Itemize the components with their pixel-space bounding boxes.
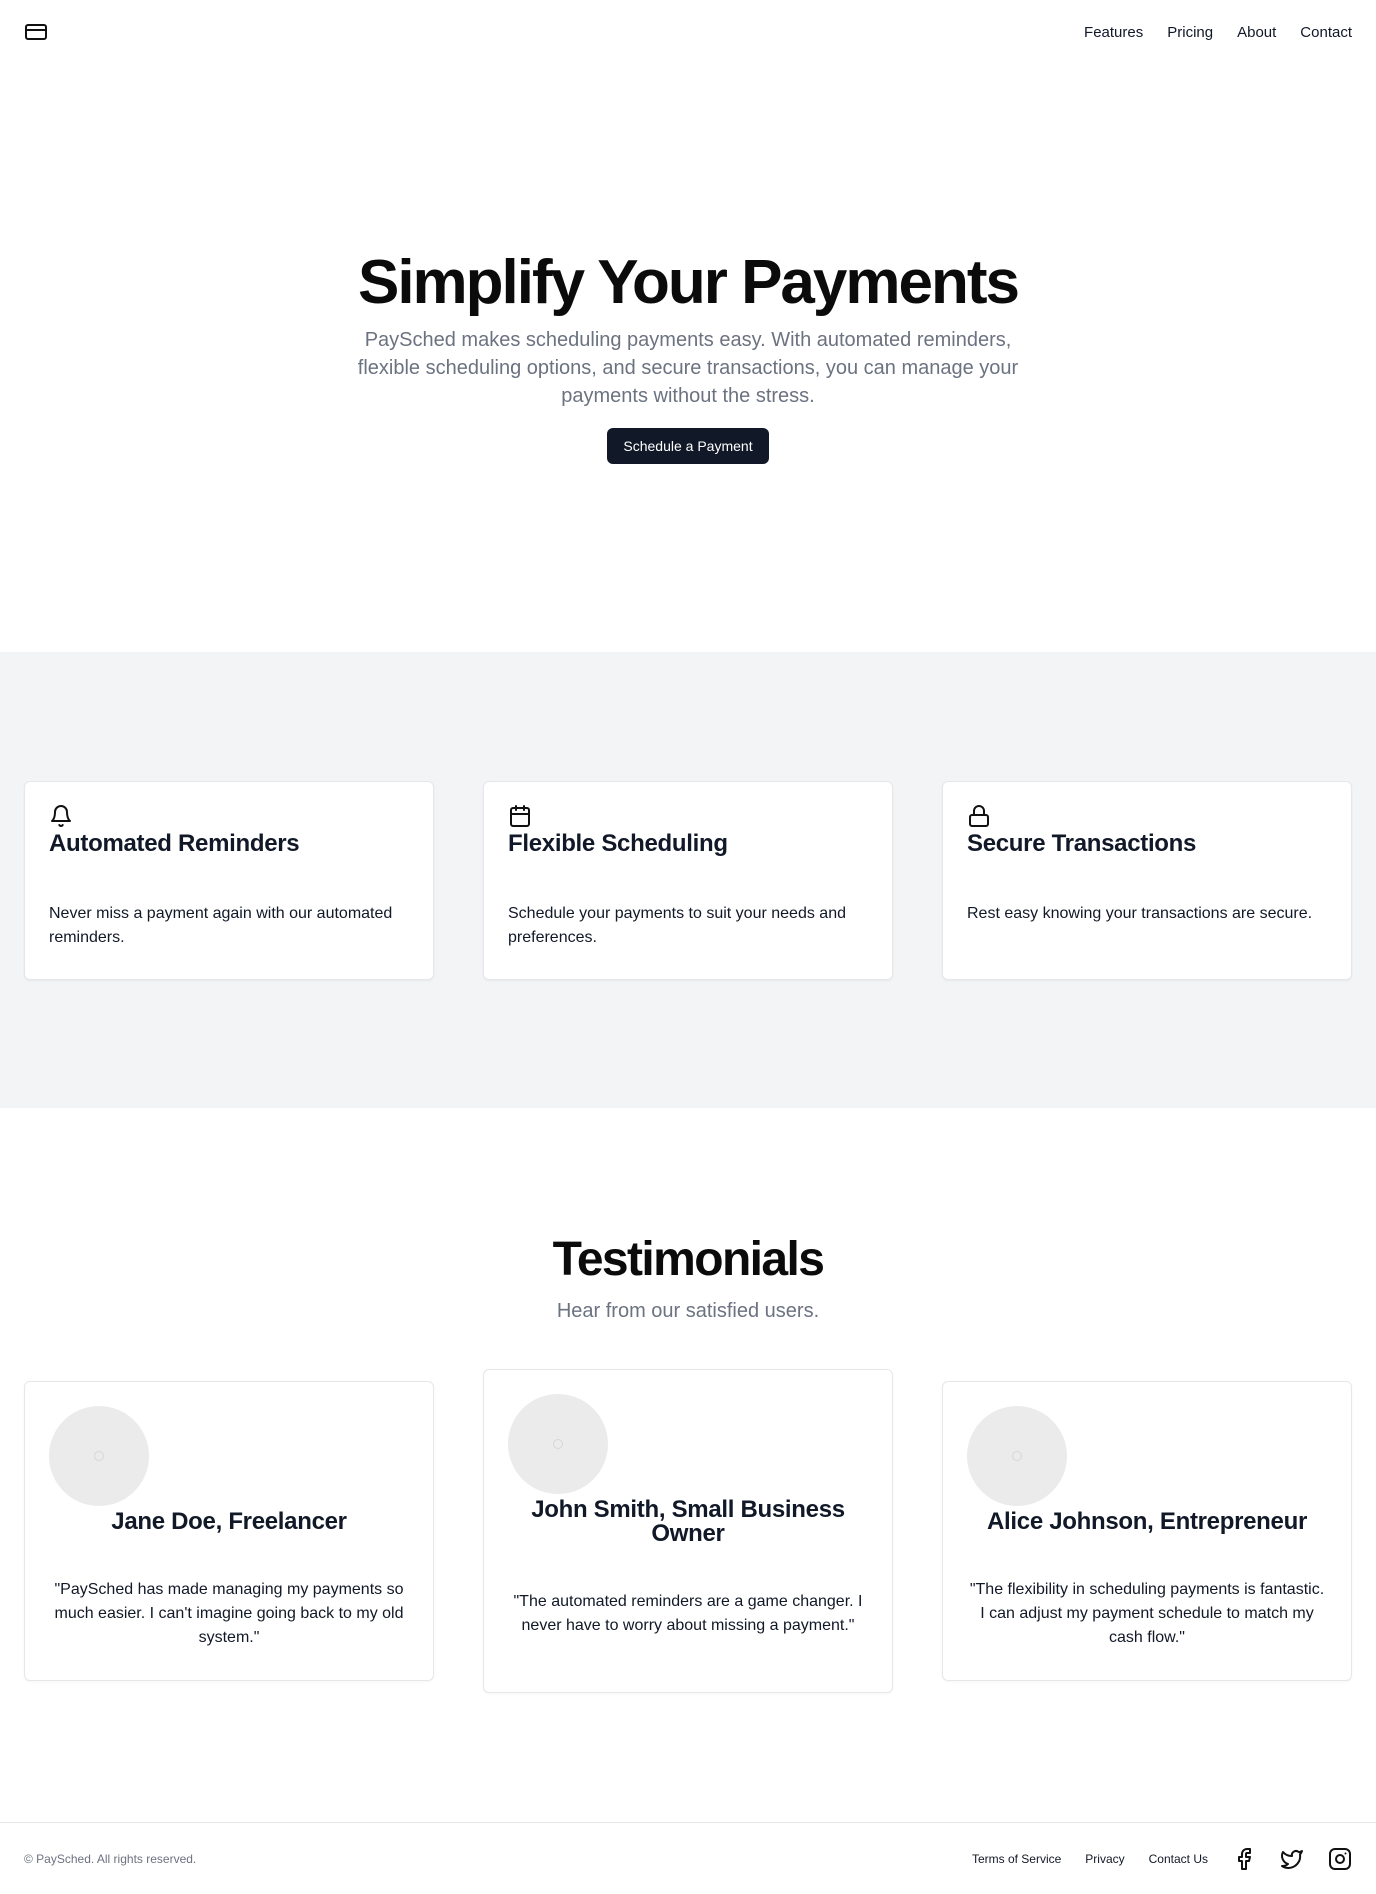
testimonials-title: Testimonials	[552, 1233, 825, 1286]
avatar	[967, 1406, 1067, 1506]
feature-title: Secure Transactions	[967, 830, 1197, 857]
instagram-icon[interactable]	[1328, 1847, 1352, 1871]
testimonial-card: John Smith, Small Business Owner "The au…	[483, 1369, 893, 1693]
site-header: Features Pricing About Contact	[0, 0, 1376, 64]
testimonials-subtitle: Hear from our satisfied users.	[556, 1300, 820, 1322]
hero-title: Simplify Your Payments	[357, 248, 1020, 317]
site-footer: © PaySched. All rights reserved. Terms o…	[0, 1822, 1376, 1894]
nav-link-contact[interactable]: Contact	[1300, 24, 1352, 41]
feature-text: Schedule your payments to suit your need…	[508, 905, 846, 946]
facebook-icon[interactable]	[1232, 1847, 1256, 1871]
footer-link-terms[interactable]: Terms of Service	[972, 1852, 1061, 1866]
footer-links: Terms of Service Privacy Contact Us	[972, 1847, 1352, 1871]
avatar-placeholder-icon	[94, 1451, 104, 1461]
credit-card-icon[interactable]	[24, 20, 48, 44]
testimonial-quote: "PaySched has made managing my payments …	[54, 1581, 404, 1646]
hero-section: Simplify Your Payments PaySched makes sc…	[0, 64, 1376, 652]
feature-text: Rest easy knowing your transactions are …	[967, 905, 1313, 922]
feature-card-secure: Secure Transactions Rest easy knowing yo…	[942, 781, 1352, 980]
avatar-placeholder-icon	[1012, 1451, 1022, 1461]
testimonials-section: Testimonials Hear from our satisfied use…	[0, 1108, 1376, 1822]
copyright-text: © PaySched. All rights reserved.	[24, 1851, 197, 1866]
twitter-icon[interactable]	[1280, 1847, 1304, 1871]
footer-link-privacy[interactable]: Privacy	[1085, 1852, 1124, 1866]
nav-link-about[interactable]: About	[1237, 24, 1276, 41]
social-links	[1232, 1847, 1352, 1871]
lock-icon	[967, 804, 991, 828]
main-nav: Features Pricing About Contact	[1084, 24, 1352, 41]
hero-subtitle: PaySched makes scheduling payments easy.…	[357, 329, 1019, 407]
testimonial-name: Alice Johnson, Entrepreneur	[987, 1508, 1307, 1535]
bell-icon	[49, 804, 73, 828]
feature-text: Never miss a payment again with our auto…	[49, 905, 393, 946]
testimonial-quote: "The automated reminders are a game chan…	[513, 1593, 863, 1634]
testimonial-name: John Smith, Small Business Owner	[531, 1496, 845, 1547]
avatar	[49, 1406, 149, 1506]
feature-title: Automated Reminders	[49, 830, 300, 857]
testimonial-card: Alice Johnson, Entrepreneur "The flexibi…	[942, 1381, 1352, 1681]
nav-link-features[interactable]: Features	[1084, 24, 1143, 41]
avatar	[508, 1394, 608, 1494]
testimonial-name: Jane Doe, Freelancer	[111, 1508, 347, 1535]
schedule-payment-button[interactable]: Schedule a Payment	[607, 428, 769, 464]
calendar-icon	[508, 804, 532, 828]
avatar-placeholder-icon	[553, 1439, 563, 1449]
footer-link-contact[interactable]: Contact Us	[1149, 1852, 1208, 1866]
features-section: Automated Reminders Never miss a payment…	[0, 652, 1376, 1108]
feature-card-scheduling: Flexible Scheduling Schedule your paymen…	[483, 781, 893, 980]
feature-card-reminders: Automated Reminders Never miss a payment…	[24, 781, 434, 980]
nav-link-pricing[interactable]: Pricing	[1167, 24, 1213, 41]
testimonial-quote: "The flexibility in scheduling payments …	[969, 1581, 1325, 1646]
testimonial-card: Jane Doe, Freelancer "PaySched has made …	[24, 1381, 434, 1681]
feature-title: Flexible Scheduling	[508, 830, 728, 857]
